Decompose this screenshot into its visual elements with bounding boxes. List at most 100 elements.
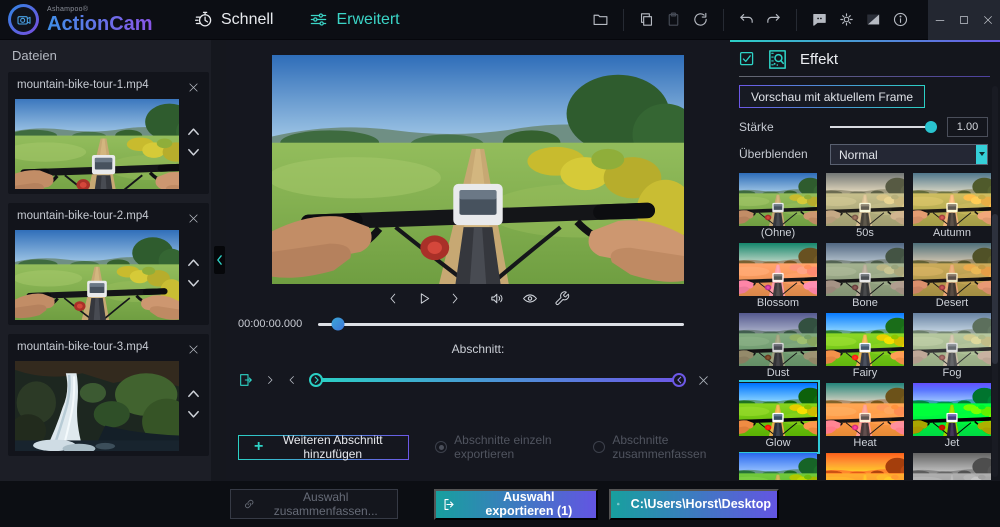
feedback-button[interactable] [806,6,833,33]
jump-end-button[interactable] [286,373,298,387]
strength-value[interactable]: 1.00 [947,117,988,137]
file-card[interactable]: mountain-bike-tour-3.mp4 [8,334,209,456]
move-file-down-button[interactable] [187,410,200,419]
effect-tile[interactable] [913,453,991,480]
effect-tile[interactable]: Bone [826,243,904,311]
section-range-track[interactable] [316,378,679,382]
remove-file-button[interactable] [179,208,207,228]
move-file-down-button[interactable] [187,279,200,288]
open-folder-button[interactable] [587,6,614,33]
section-end-handle[interactable] [672,373,686,387]
merge-selection-label: Auswahl zusammenfassen... [266,490,385,518]
mode-tabs: Schnell Erweitert [194,10,400,29]
effects-title: Effekt [800,51,838,68]
chevron-down-icon[interactable] [976,145,987,164]
copy-button[interactable] [633,6,660,33]
reset-icon [692,11,709,28]
effect-tile[interactable]: Desert [913,243,991,311]
effect-tile[interactable]: Dust [739,313,817,381]
file-card[interactable]: mountain-bike-tour-2.mp4 [8,203,209,325]
merge-selection-button[interactable]: Auswahl zusammenfassen... [230,489,398,519]
remove-file-button[interactable] [179,77,207,97]
effect-tile[interactable]: Jet [913,383,991,451]
effect-tile[interactable] [826,453,904,480]
effect-tile[interactable]: 50s [826,173,904,241]
radio-merge-sections[interactable]: Abschnitte zusammenfassen [593,433,724,461]
info-button[interactable] [887,6,914,33]
radio-export-individually[interactable]: Abschnitte einzeln exportieren [435,433,571,461]
section-range-slider[interactable] [316,370,679,390]
effect-tile[interactable]: Glow [739,383,817,451]
effect-name: Heat [853,436,876,451]
timecode: 00:00:00.000 [238,318,302,330]
effect-tile[interactable]: Fog [913,313,991,381]
previous-frame-button[interactable] [386,290,401,307]
export-section-button[interactable] [238,372,254,388]
effect-thumbnail [913,383,991,436]
section-start-handle[interactable] [309,373,323,387]
radio-label: Abschnitte einzeln exportieren [454,433,571,461]
camera-icon [16,12,32,28]
effect-tile[interactable]: Heat [826,383,904,451]
output-path-label: C:\Users\Horst\Desktop [631,497,771,511]
remove-section-button[interactable] [697,374,710,387]
minimize-button[interactable] [928,0,952,40]
maximize-button[interactable] [952,0,976,40]
file-thumbnail[interactable] [15,99,179,189]
move-file-up-button[interactable] [187,127,200,136]
move-file-down-button[interactable] [187,148,200,157]
tab-schnell[interactable]: Schnell [194,10,273,29]
file-thumbnail[interactable] [15,361,179,451]
preview-toggle-button[interactable] [521,290,539,307]
playback-slider-handle[interactable] [332,318,345,331]
strength-slider[interactable] [830,126,935,128]
plus-icon: + [254,439,263,455]
redo-button[interactable] [760,6,787,33]
tools-button[interactable] [554,290,570,307]
effect-tile[interactable]: Blossom [739,243,817,311]
next-frame-button[interactable] [447,290,462,307]
add-section-button[interactable]: + Weiteren Abschnitt hinzufügen [238,435,409,460]
output-path-button[interactable]: C:\Users\Horst\Desktop [609,489,779,520]
chevron-right-icon [447,290,462,307]
effect-thumbnail [826,313,904,366]
jump-start-button[interactable] [264,373,276,387]
redo-icon [765,11,782,28]
move-file-up-button[interactable] [187,389,200,398]
blend-mode-select[interactable]: Normal [830,144,988,165]
file-name: mountain-bike-tour-1.mp4 [15,77,179,97]
effect-tile[interactable]: Fairy [826,313,904,381]
close-button[interactable] [976,0,1000,40]
effect-tile[interactable]: (Ohne) [739,173,817,241]
export-mode-radios: Abschnitte einzeln exportieren Abschnitt… [435,433,724,461]
file-thumbnail[interactable] [15,230,179,320]
undo-button[interactable] [733,6,760,33]
folder-icon [592,11,609,28]
section-buttons-row: + Weiteren Abschnitt hinzufügen Abschnit… [238,434,724,460]
paste-button[interactable] [660,6,687,33]
tab-schnell-label: Schnell [221,11,273,29]
effect-enabled-checkbox[interactable] [739,51,755,67]
volume-button[interactable] [489,290,506,307]
strength-slider-handle[interactable] [925,121,937,133]
effects-scrollbar-thumb[interactable] [992,214,998,364]
video-preview[interactable] [272,55,684,284]
move-file-up-button[interactable] [187,258,200,267]
actioncam-window: Ashampoo® ActionCam Schnell Erweitert [0,0,1000,527]
playback-slider[interactable] [318,323,684,326]
effects-scrollbar[interactable] [992,86,998,477]
tab-erweitert[interactable]: Erweitert [309,10,399,29]
files-header: Dateien [0,40,226,72]
theme-button[interactable] [860,6,887,33]
preview-current-frame-button[interactable]: Vorschau mit aktuellem Frame [739,85,925,108]
effect-tile[interactable] [739,453,817,480]
file-card[interactable]: mountain-bike-tour-1.mp4 [8,72,209,194]
collapse-files-panel-button[interactable] [214,246,225,274]
export-selection-button[interactable]: Auswahl exportieren (1) [434,489,598,520]
effect-tile[interactable]: Autumn [913,173,991,241]
reset-button[interactable] [687,6,714,33]
play-button[interactable] [416,290,432,307]
remove-file-button[interactable] [179,339,207,359]
feedback-icon [811,11,828,28]
settings-button[interactable] [833,6,860,33]
